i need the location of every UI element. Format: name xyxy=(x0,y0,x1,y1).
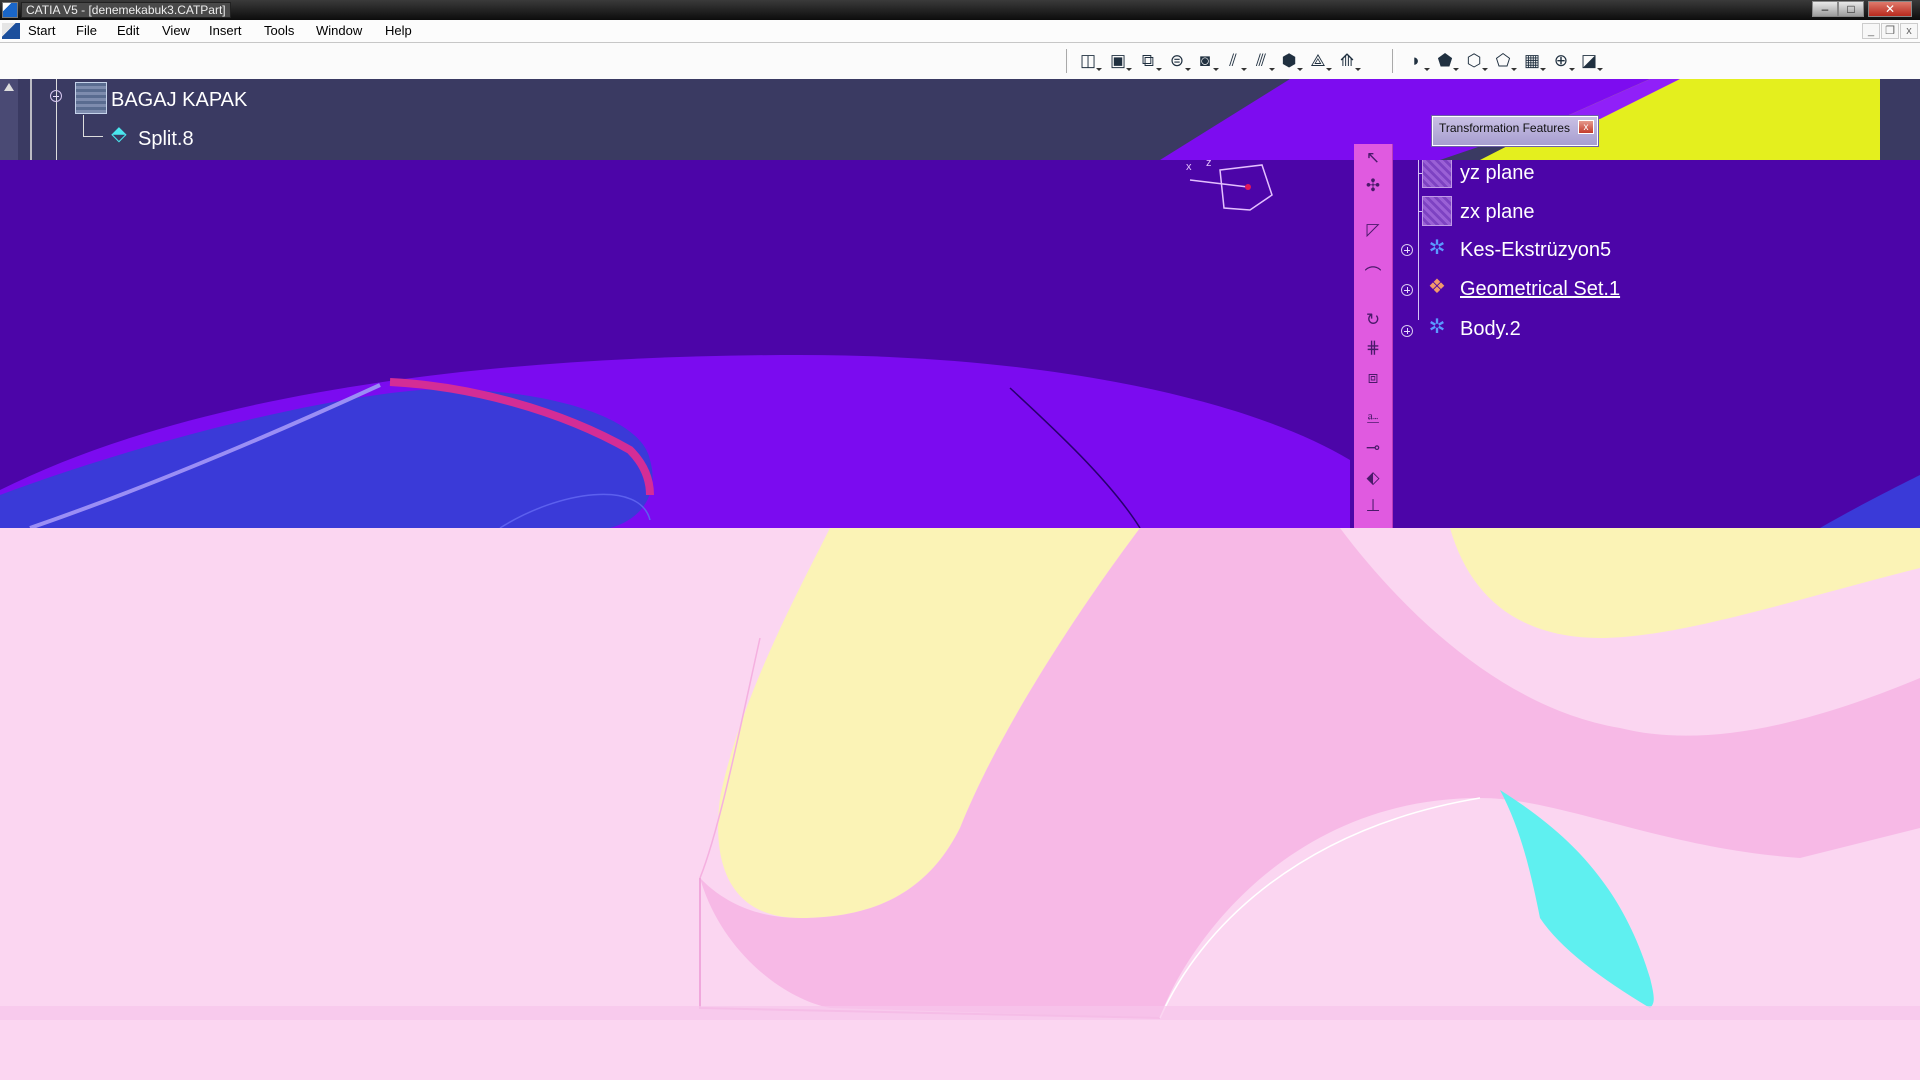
slot-icon[interactable]: ⫻ xyxy=(1250,50,1275,72)
menu-window[interactable]: Window xyxy=(316,23,362,38)
geometrical-set-icon[interactable]: ❖ xyxy=(1422,272,1452,302)
vertical-toolbar: ↖ ✣ ◸ ⌒ ↻ ⋕ ⧈ ⎁ ⊸ ⬖ ⊥ xyxy=(1354,144,1393,528)
tree-item-geometrical-set-1[interactable]: Geometrical Set.1 xyxy=(1460,278,1620,301)
menu-edit[interactable]: Edit xyxy=(117,23,139,38)
toolbar-separator xyxy=(1392,49,1396,73)
hole-icon[interactable]: ◙ xyxy=(1194,50,1219,72)
stiffener-icon[interactable]: ⟁ xyxy=(1307,50,1332,72)
document-minimize-button[interactable]: _ xyxy=(1862,23,1880,39)
toolbar-separator xyxy=(1066,49,1070,73)
part-icon[interactable] xyxy=(75,82,107,114)
tree-line xyxy=(83,115,84,137)
document-close-button[interactable]: x xyxy=(1900,23,1918,39)
tree-item-body-2[interactable]: Body.2 xyxy=(1460,318,1521,341)
viewport-bottom-region[interactable] xyxy=(0,528,1920,1080)
body-icon[interactable]: ✲ xyxy=(1422,312,1452,342)
text-annotation-icon[interactable]: ⎁ xyxy=(1360,406,1386,430)
tree-item-yz-plane[interactable]: yz plane xyxy=(1460,162,1535,185)
axis-label-x: x xyxy=(1186,161,1192,173)
menu-tools[interactable]: Tools xyxy=(264,23,294,38)
multi-sections-solid-icon[interactable]: ⟰ xyxy=(1336,50,1361,72)
groove-icon[interactable]: ⊜ xyxy=(1166,50,1191,72)
split-icon[interactable]: ⬘ xyxy=(104,119,134,149)
shaft-icon[interactable]: ⧉ xyxy=(1137,50,1162,72)
apply-material-icon[interactable]: ⬖ xyxy=(1360,466,1386,490)
surface-geometry-mid: x z xyxy=(0,160,1920,528)
surface-geometry-bottom xyxy=(0,528,1920,1020)
part-body-icon[interactable]: ✲ xyxy=(1422,233,1452,263)
menu-insert[interactable]: Insert xyxy=(209,23,242,38)
pattern-icon[interactable]: ⋕ xyxy=(1360,336,1386,360)
window-title-bar: CATIA V5 - [denemekabuk3.CATPart] – □ ✕ xyxy=(0,0,1920,20)
zx-plane-icon[interactable] xyxy=(1422,196,1452,226)
dialog-title: Transformation Features xyxy=(1439,121,1570,135)
pad-icon[interactable]: ◫ xyxy=(1077,50,1102,72)
menu-help[interactable]: Help xyxy=(385,23,412,38)
close-window-button[interactable]: ✕ xyxy=(1868,1,1912,17)
scale-icon[interactable]: ⧈ xyxy=(1360,366,1386,390)
tree-scrollbar[interactable] xyxy=(0,79,18,160)
surface-geometry-top xyxy=(1160,79,1880,160)
axis-label-z: z xyxy=(1206,160,1212,169)
3d-viewport[interactable]: x z yz plane zx plane ✲ Kes-Ekstrüzyon5 … xyxy=(0,160,1920,528)
document-restore-button[interactable]: ❐ xyxy=(1881,23,1899,39)
window-title: CATIA V5 - [denemekabuk3.CATPart] xyxy=(21,2,231,18)
tree-item-zx-plane[interactable]: zx plane xyxy=(1460,201,1535,224)
menu-start[interactable]: Start xyxy=(28,23,55,38)
maximize-button[interactable]: □ xyxy=(1838,1,1864,17)
tree-line xyxy=(83,136,103,137)
pocket-icon[interactable]: ▣ xyxy=(1107,50,1132,72)
tree-root-label[interactable]: BAGAJ KAPAK xyxy=(111,89,247,112)
menu-bar: Start File Edit View Insert Tools Window… xyxy=(0,20,1920,43)
remove-face-icon[interactable]: ◪ xyxy=(1578,50,1603,72)
positioned-sketch-icon[interactable]: ⌒ xyxy=(1360,264,1386,288)
catia-app-icon[interactable] xyxy=(2,2,18,18)
viewport-top-region[interactable]: BAGAJ KAPAK ⬘ Split.8 ⚙ xyxy=(0,79,1920,160)
snap-icon[interactable]: ✣ xyxy=(1360,174,1386,198)
sketcher-icon[interactable]: ◸ xyxy=(1360,218,1386,242)
measure-icon[interactable]: ⊥ xyxy=(1360,494,1386,518)
menu-view[interactable]: View xyxy=(162,23,190,38)
solid-combine-icon[interactable]: ⬢ xyxy=(1278,50,1303,72)
yz-plane-icon[interactable] xyxy=(1422,160,1452,188)
dialog-close-button[interactable]: x xyxy=(1578,120,1594,134)
thread-icon[interactable]: ⊕ xyxy=(1550,50,1575,72)
transformation-features-toolbar[interactable]: Transformation Features x xyxy=(1432,116,1598,146)
compass-widget[interactable] xyxy=(1189,164,1273,211)
expand-node-icon[interactable] xyxy=(1401,284,1413,296)
rib-icon[interactable]: ⫽ xyxy=(1222,50,1247,72)
flag-note-icon[interactable]: ⊸ xyxy=(1360,436,1386,460)
menu-file[interactable]: File xyxy=(76,23,97,38)
catia-logo-icon[interactable] xyxy=(2,23,20,39)
minimize-button[interactable]: – xyxy=(1812,1,1838,17)
tree-line xyxy=(30,79,32,160)
translate-icon[interactable]: ↻ xyxy=(1360,308,1386,332)
thickness-icon[interactable]: ▦ xyxy=(1521,50,1546,72)
main-toolbar: ◫ ▣ ⧉ ⊜ ◙ ⫽ ⫻ ⬢ ⟁ ⟰ ◗ ⬟ ⬡ ⬠ ▦ ⊕ ◪ xyxy=(0,43,1920,80)
chamfer-icon[interactable]: ⬟ xyxy=(1434,50,1459,72)
select-icon[interactable]: ↖ xyxy=(1360,146,1386,170)
shell-icon[interactable]: ⬠ xyxy=(1492,50,1517,72)
tree-line xyxy=(1418,160,1419,320)
collapse-node-icon[interactable] xyxy=(50,90,62,102)
edge-fillet-icon[interactable]: ◗ xyxy=(1405,50,1430,72)
expand-node-icon[interactable] xyxy=(1401,244,1413,256)
expand-node-icon[interactable] xyxy=(1401,325,1413,337)
tree-item-kes-ekstruzyon5[interactable]: Kes-Ekstrüzyon5 xyxy=(1460,239,1611,262)
draft-icon[interactable]: ⬡ xyxy=(1463,50,1488,72)
tree-child-label[interactable]: Split.8 xyxy=(138,128,194,151)
